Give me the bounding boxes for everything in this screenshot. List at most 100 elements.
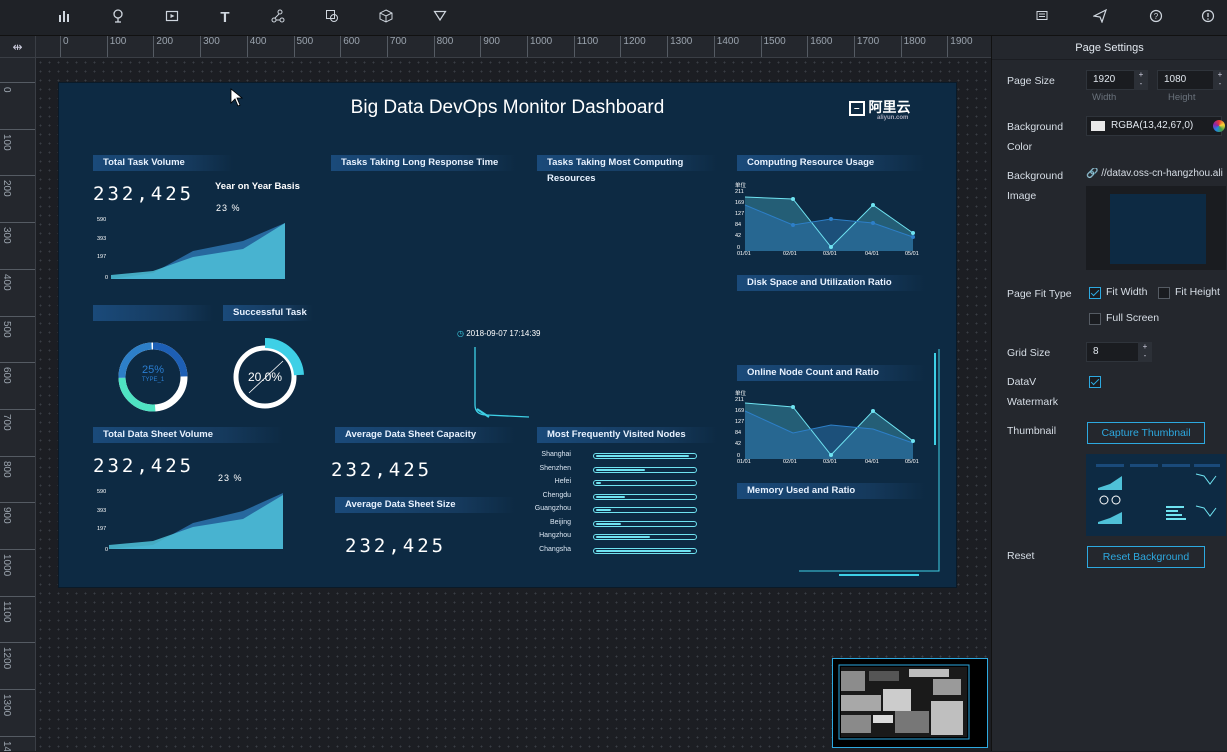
area-tick: 197 <box>97 526 107 532</box>
panel-title-successful-task: Successful Task <box>223 305 313 321</box>
node-bar-track <box>593 534 697 540</box>
grid-size-stepper[interactable]: + - <box>1138 342 1152 362</box>
ruler-h-tick: 200 <box>153 36 173 57</box>
vertical-ruler[interactable]: 0 100 200 300 400 500 600 700 800 900 1000 1100 1200… <box>0 58 36 751</box>
node-bar-fill <box>596 536 650 538</box>
line-x: 03/01 <box>823 251 837 257</box>
full-screen-checkbox[interactable] <box>1089 313 1101 325</box>
computing-usage-line-chart <box>744 196 915 251</box>
thumbnail-label: Thumbnail <box>1007 425 1057 437</box>
donut1-type: TYPE_1 <box>141 377 165 383</box>
ruler-h-tick: 1000 <box>527 36 552 57</box>
line-x: 05/01 <box>905 251 919 257</box>
color-swatch[interactable] <box>1091 121 1105 131</box>
link-icon: 🔗 <box>1086 168 1099 179</box>
ruler-v-tick: 1100 <box>0 595 35 622</box>
page-width-stepper[interactable]: + - <box>1134 70 1148 90</box>
fit-height-checkbox[interactable] <box>1158 287 1170 299</box>
bg-image-preview[interactable] <box>1086 186 1226 270</box>
ruler-v-label: 14 <box>1 740 12 751</box>
yoy-value: 23 % <box>216 203 241 213</box>
comment-icon[interactable] <box>1032 8 1052 28</box>
ruler-v-label: 0 <box>1 87 12 93</box>
reset-background-button[interactable]: Reset Background <box>1087 546 1205 568</box>
fit-height-label[interactable]: Fit Height <box>1175 286 1220 298</box>
watermark-label-2: Watermark <box>1007 396 1058 408</box>
line-x: 01/01 <box>737 459 751 465</box>
fit-width-checkbox[interactable] <box>1089 287 1101 299</box>
ruler-corner-icon[interactable]: ⇹ <box>0 36 36 58</box>
filter-icon[interactable] <box>430 8 450 28</box>
ruler-h-tick: 0 <box>60 36 69 57</box>
ruler-v-label: 500 <box>1 320 12 338</box>
line-tick: 169 <box>735 408 745 414</box>
ruler-v-label: 1200 <box>1 647 12 670</box>
bg-color-label: Background <box>1007 121 1064 133</box>
node-label: Changsha <box>539 545 571 553</box>
ruler-v-tick: 600 <box>0 362 35 384</box>
network-icon[interactable] <box>268 8 288 28</box>
color-picker-icon[interactable] <box>1213 120 1225 132</box>
line-tick: 127 <box>735 419 745 425</box>
node-bar-row: Shenzhen <box>537 465 707 475</box>
watermark-checkbox[interactable] <box>1089 376 1101 388</box>
line-tick: 42 <box>735 441 742 447</box>
node-bar-fill <box>596 468 645 471</box>
bg-image-label-2: Image <box>1007 190 1037 202</box>
panel-title-total-sheet: Total Data Sheet Volume <box>93 427 283 443</box>
bg-color-input[interactable]: RGBA(13,42,67,0) <box>1086 116 1222 136</box>
page-height-input[interactable]: 1080 <box>1157 70 1217 90</box>
area-tick: 197 <box>97 254 107 260</box>
donut2-value: 20.0% <box>247 370 283 384</box>
node-label: Shenzhen <box>539 464 571 472</box>
chart-icon[interactable] <box>54 8 74 28</box>
node-bar-row: Changsha <box>537 546 707 556</box>
page-fit-label: Page Fit Type <box>1007 288 1072 300</box>
panel-title-blank <box>93 305 213 321</box>
horizontal-ruler[interactable]: 0 100 200 300 400 500 600 700 800 900 1000 1100 1200… <box>36 36 991 58</box>
page-height-stepper[interactable]: + - <box>1213 70 1227 90</box>
help-icon[interactable]: ? <box>1146 8 1166 28</box>
layers-icon[interactable] <box>322 8 342 28</box>
media-icon[interactable] <box>162 8 182 28</box>
ruler-h-tick: 700 <box>386 36 407 57</box>
avg-capacity-value: 232,425 <box>331 459 433 481</box>
ruler-h-tick: 300 <box>200 36 220 57</box>
page-size-label: Page Size <box>1007 75 1055 87</box>
line-tick: 84 <box>735 222 742 228</box>
node-bar-fill <box>596 482 601 484</box>
node-bar-row: Hefei <box>537 478 707 488</box>
publish-icon[interactable] <box>1090 8 1110 28</box>
cube-icon[interactable] <box>376 8 396 28</box>
bg-image-url[interactable]: 🔗 //datav.oss-cn-hangzhou.ali <box>1086 168 1226 179</box>
panel-title-most-visited: Most Frequently Visited Nodes <box>537 427 717 443</box>
map-pin-icon[interactable] <box>108 8 128 28</box>
text-icon[interactable]: T <box>215 8 235 28</box>
reset-label: Reset <box>1007 550 1035 562</box>
line-x: 02/01 <box>783 251 797 257</box>
watermark-label: DataV <box>1007 376 1037 388</box>
dashboard-screen[interactable]: Big Data DevOps Monitor Dashboard – 阿里云 … <box>59 83 956 587</box>
line-tick: 169 <box>735 200 745 206</box>
area-tick: 590 <box>97 489 107 495</box>
node-bar-track <box>593 547 697 554</box>
full-screen-label[interactable]: Full Screen <box>1106 312 1159 324</box>
ruler-v-tick: 1200 <box>0 642 35 670</box>
ruler-h-tick: 800 <box>433 36 453 57</box>
line-tick: 211 <box>735 397 744 403</box>
line-tick: 127 <box>735 211 745 217</box>
node-bar-fill <box>596 455 690 457</box>
line-tick: 42 <box>735 233 742 239</box>
page-settings-panel: Page Settings Page Size 1920 + - 1080 + - … <box>991 36 1227 751</box>
capture-thumbnail-button[interactable]: Capture Thumbnail <box>1087 422 1205 444</box>
grid-size-input[interactable]: 8 <box>1086 342 1146 362</box>
info-icon[interactable] <box>1198 8 1218 28</box>
mouse-cursor-icon <box>230 88 244 107</box>
editor-canvas[interactable]: Big Data DevOps Monitor Dashboard – 阿里云 … <box>36 58 991 751</box>
ruler-h-tick: 1900 <box>947 36 973 57</box>
bg-image-label: Background <box>1007 170 1064 182</box>
ruler-v-label: 200 <box>1 180 12 198</box>
canvas-minimap[interactable] <box>832 658 988 748</box>
fit-width-label[interactable]: Fit Width <box>1106 286 1147 298</box>
avg-size-value: 232,425 <box>345 535 447 557</box>
